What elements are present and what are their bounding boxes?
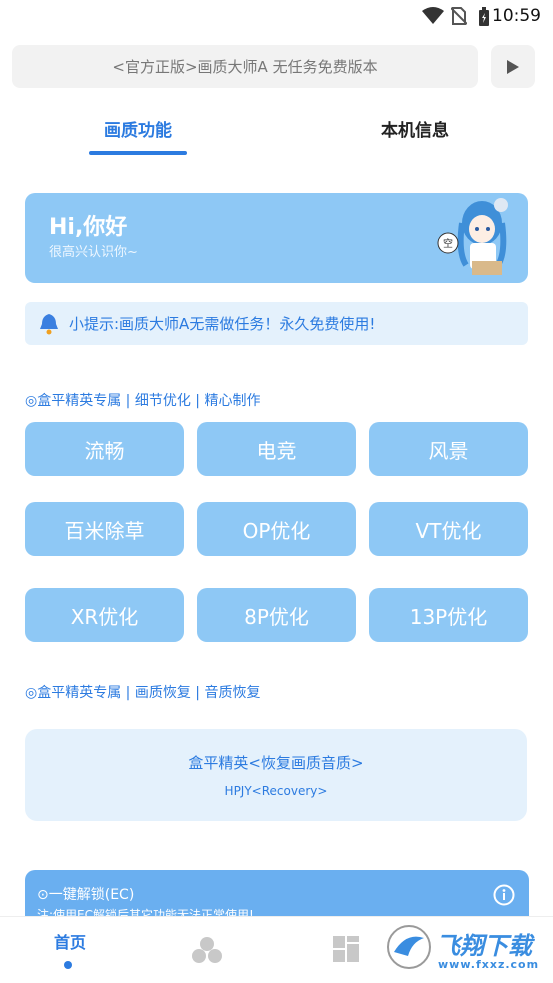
tip-text: 小提示:画质大师A无需做任务！永久免费使用! — [69, 315, 376, 333]
nav-active-dot — [64, 961, 72, 969]
greeting-title: Hi,你好 — [49, 215, 128, 240]
status-time: 10:59 — [492, 6, 541, 26]
preset-button-8p[interactable]: 8P优化 — [197, 588, 356, 642]
section-title-restore: ◎盒平精英专属 | 画质恢复 | 音质恢复 — [25, 685, 261, 701]
play-icon — [507, 59, 519, 74]
status-bar: 10:59 — [0, 0, 553, 32]
grid-icon[interactable] — [332, 935, 360, 963]
restore-subtitle: HPJY<Recovery> — [224, 784, 328, 798]
watermark-url: www.fxxz.com — [438, 958, 540, 971]
active-tab-indicator — [89, 151, 187, 155]
preset-button-esports[interactable]: 电竞 — [197, 422, 356, 476]
mascot-illustration: 空 — [437, 198, 508, 275]
preset-button-xr[interactable]: XR优化 — [25, 588, 184, 642]
bell-icon — [40, 313, 58, 334]
battery-charging-icon — [479, 7, 489, 26]
watermark-text: 飞翔下载 — [436, 932, 532, 960]
preset-button-scenery[interactable]: 风景 — [369, 422, 528, 476]
circles-icon[interactable] — [191, 935, 223, 965]
preset-button-smooth[interactable]: 流畅 — [25, 422, 184, 476]
tip-bar: 小提示:画质大师A无需做任务！永久免费使用! — [25, 302, 528, 345]
section-title-optimize: ◎盒平精英专属 | 细节优化 | 精心制作 — [25, 393, 261, 409]
bubble-text: 空 — [443, 237, 453, 250]
unlock-title: ⊙一键解锁(EC) — [37, 887, 135, 903]
preset-button-13p[interactable]: 13P优化 — [369, 588, 528, 642]
banner-text: <官方正版>画质大师A 无任务免费版本 — [112, 58, 378, 76]
tab-device-info[interactable]: 本机信息 — [365, 116, 465, 141]
preset-button-op[interactable]: OP优化 — [197, 502, 356, 556]
nav-home[interactable]: 首页 — [40, 929, 100, 953]
restore-quality-button[interactable]: 盒平精英<恢复画质音质> HPJY<Recovery> — [25, 729, 527, 821]
restore-title: 盒平精英<恢复画质音质> — [188, 754, 364, 772]
watermark-logo: 飞翔下载 www.fxxz.com — [386, 924, 546, 974]
preset-button-vt[interactable]: VT优化 — [369, 502, 528, 556]
no-sim-icon — [451, 7, 467, 25]
announcement-banner[interactable]: <官方正版>画质大师A 无任务免费版本 — [12, 45, 478, 88]
top-tabs: 画质功能 本机信息 — [0, 110, 553, 160]
greeting-subtitle: 很高兴认识你~ — [49, 245, 138, 260]
greeting-card: Hi,你好 很高兴认识你~ 空 — [25, 193, 528, 283]
preset-button-grass-removal[interactable]: 百米除草 — [25, 502, 184, 556]
play-button[interactable] — [491, 45, 535, 88]
wifi-icon — [422, 7, 444, 24]
watermark-icon — [387, 925, 431, 969]
tab-quality-functions[interactable]: 画质功能 — [89, 116, 187, 141]
info-icon[interactable] — [493, 884, 515, 906]
